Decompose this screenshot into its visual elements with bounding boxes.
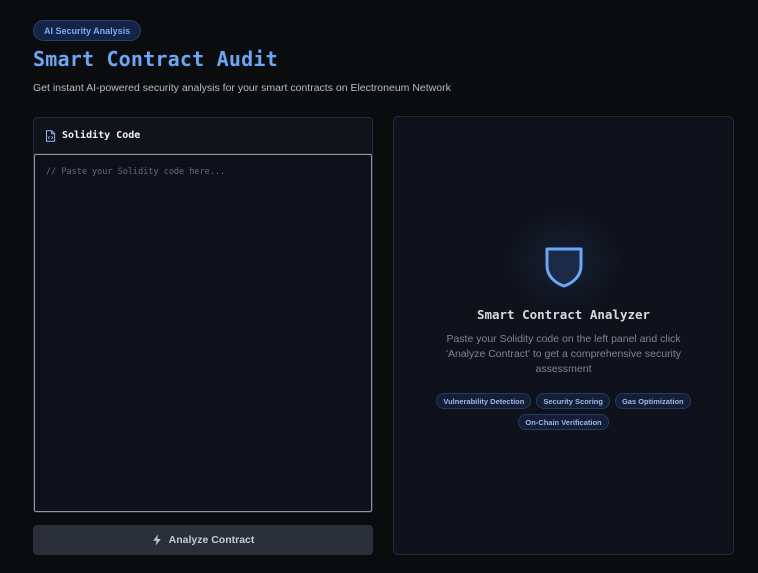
feature-tag-vulnerability-detection: Vulnerability Detection (436, 393, 532, 409)
code-panel-title: Solidity Code (62, 130, 141, 141)
bolt-icon (152, 534, 162, 546)
feature-tags: Vulnerability Detection Security Scoring… (424, 393, 703, 430)
section-badge: AI Security Analysis (33, 20, 142, 41)
page-subtitle: Get instant AI-powered security analysis… (33, 82, 451, 94)
solidity-code-input[interactable] (34, 154, 372, 512)
analyzer-title: Smart Contract Analyzer (476, 307, 651, 322)
file-code-icon (45, 129, 56, 142)
analyzer-description: Paste your Solidity code on the left pan… (445, 333, 682, 375)
analyzer-panel: Smart Contract Analyzer Paste your Solid… (393, 116, 734, 555)
analyze-contract-button[interactable]: Analyze Contract (33, 525, 373, 555)
feature-tag-security-scoring: Security Scoring (536, 393, 610, 409)
page: AI Security Analysis Smart Contract Audi… (0, 0, 758, 573)
analyze-contract-label: Analyze Contract (168, 534, 255, 546)
shield-icon (544, 246, 584, 288)
page-title: Smart Contract Audit (33, 47, 278, 71)
feature-tag-gas-optimization: Gas Optimization (614, 393, 691, 409)
code-panel-header: Solidity Code (34, 118, 372, 154)
code-panel: Solidity Code (33, 117, 373, 513)
feature-tag-on-chain-verification: On-Chain Verification (518, 414, 609, 430)
